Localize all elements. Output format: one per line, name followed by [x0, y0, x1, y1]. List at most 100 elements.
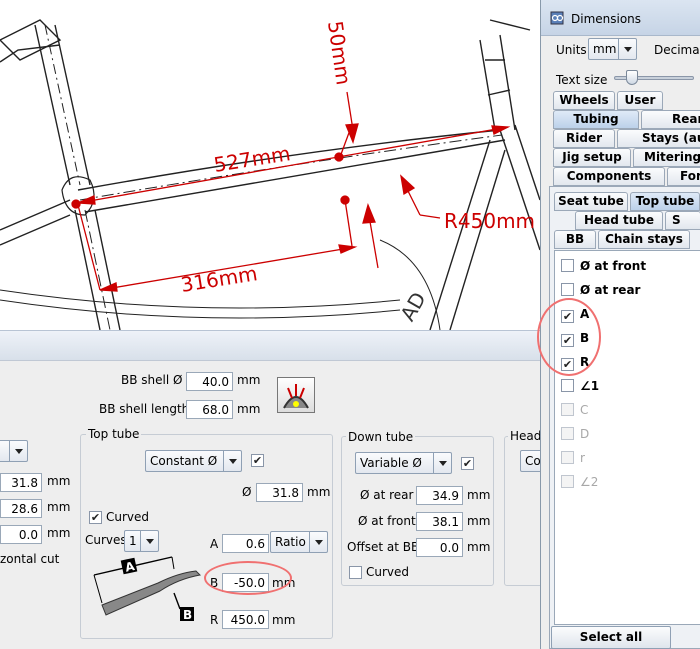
down-tube-profile-select[interactable]: Variable Ø — [355, 452, 452, 474]
tab-user[interactable]: User — [617, 91, 663, 110]
bb-shell-length-field[interactable]: 68.0 — [186, 400, 233, 419]
top-tube-diameter-field[interactable]: 31.8 — [256, 483, 303, 502]
dimension-list-item[interactable]: D — [561, 427, 589, 441]
curves-value: 1 — [129, 534, 137, 548]
dimension-checkbox[interactable] — [561, 379, 574, 392]
bb-shell-diameter-field[interactable]: 40.0 — [186, 372, 233, 391]
top-tube-curved-label: Curved — [106, 510, 150, 524]
left-value-field-1[interactable]: 31.8 — [0, 473, 42, 492]
curves-label: Curves — [85, 533, 127, 547]
subtab-seat-tube[interactable]: Seat tube — [554, 192, 628, 211]
unit-label: mm — [47, 500, 71, 514]
frame-outline — [0, 19, 540, 330]
checked-items-highlight — [537, 298, 601, 376]
dimension-item-label: Ø at rear — [580, 283, 641, 297]
top-tube-profile-value: Constant Ø — [150, 454, 218, 468]
tab-wheels[interactable]: Wheels — [553, 91, 615, 110]
decimals-label: Decimal — [654, 43, 700, 57]
select-all-button[interactable]: Select all — [551, 626, 671, 649]
offset-arrow-top — [345, 123, 359, 144]
chevron-down-icon — [228, 458, 237, 464]
at-front-field[interactable]: 38.1 — [416, 512, 463, 531]
head-tube-title: Head — [508, 429, 544, 443]
offset-at-bb-label: Offset at BB — [347, 540, 420, 554]
frame-drawing-canvas[interactable]: AD 527mm 316mm 50mm R450mm — [0, 0, 540, 330]
at-rear-label: Ø at rear — [360, 488, 414, 502]
curves-select[interactable]: 1 — [124, 530, 159, 552]
midpoint-curve — [340, 195, 350, 205]
dimension-list-item[interactable]: Ø at rear — [561, 283, 640, 297]
text-size-label: Text size — [556, 73, 608, 87]
a-field[interactable]: 0.6 — [222, 534, 269, 553]
head-tube-select-value: Co — [525, 454, 541, 468]
left-value-field-2[interactable]: 28.6 — [0, 499, 42, 518]
radius-arrow — [400, 174, 416, 196]
dimension-item-label: C — [580, 403, 589, 417]
down-tube-curved-label: Curved — [366, 565, 410, 579]
top-tube-profile-select[interactable]: Constant Ø — [145, 450, 242, 472]
tab-mitering[interactable]: Mitering — [633, 148, 700, 167]
tab-rear[interactable]: Rear — [641, 110, 700, 129]
tab-tubing[interactable]: Tubing — [553, 110, 639, 129]
dimension-checkbox[interactable] — [561, 427, 574, 440]
chevron-down-icon — [145, 538, 154, 544]
down-tube-curved-checkbox[interactable] — [349, 566, 362, 579]
left-profile-select[interactable] — [0, 440, 28, 462]
length-316-label: 316mm — [179, 261, 259, 297]
window-title: Dimensions — [571, 12, 642, 26]
a-mode-select[interactable]: Ratio — [270, 531, 328, 553]
horizontal-cut-label: zontal cut — [0, 552, 60, 566]
tubing-settings-panel: BB shell Ø 40.0 mm BB shell length 68.0 … — [0, 330, 550, 649]
midpoint-top — [334, 152, 344, 162]
at-rear-field[interactable]: 34.9 — [416, 486, 463, 505]
offset-50-label: 50mm — [323, 19, 356, 86]
top-tube-diameter-label: Ø — [242, 485, 252, 499]
dimension-list-item[interactable]: ∠1 — [561, 379, 599, 393]
tab-components[interactable]: Components — [553, 167, 665, 186]
top-tube-curved-checkbox[interactable]: ✔ — [89, 511, 102, 524]
left-value-field-3[interactable]: 0.0 — [0, 525, 42, 544]
units-label: Units — [556, 43, 587, 57]
dimension-checkbox[interactable] — [561, 283, 574, 296]
bb-view-button[interactable] — [277, 377, 315, 413]
chevron-down-icon — [623, 46, 632, 52]
subtab-bb[interactable]: BB — [554, 230, 596, 249]
bb-shell-length-label: BB shell length — [99, 402, 190, 416]
subtab-s[interactable]: S — [665, 211, 700, 230]
dimension-annotations — [71, 91, 511, 292]
dimension-list-item[interactable]: ∠2 — [561, 475, 598, 489]
top-tube-profile-checkbox[interactable]: ✔ — [251, 454, 264, 467]
tab-fork[interactable]: Fork — [667, 167, 700, 186]
tab-jig-setup[interactable]: Jig setup — [553, 148, 631, 167]
unit-label: mm — [47, 526, 71, 540]
dimension-list-item[interactable]: Ø at front — [561, 259, 646, 273]
offset-arrow-bottom — [362, 203, 376, 224]
subtab-top-tube[interactable]: Top tube — [630, 192, 700, 211]
dimension-list-item[interactable]: C — [561, 403, 588, 417]
unit-label: mm — [272, 613, 296, 627]
unit-label: mm — [467, 540, 491, 554]
bb-shell-icon — [283, 384, 309, 409]
dimension-checkbox[interactable] — [561, 451, 574, 464]
unit-label: mm — [467, 514, 491, 528]
dimension-list-item[interactable]: r — [561, 451, 585, 465]
r-field[interactable]: 450.0 — [222, 610, 269, 629]
units-select[interactable]: mm — [588, 38, 637, 60]
dimension-checkbox[interactable] — [561, 259, 574, 272]
unit-label: mm — [237, 373, 261, 387]
text-size-slider-thumb[interactable] — [626, 70, 638, 85]
dimension-checkbox[interactable] — [561, 475, 574, 488]
dimensions-title-bar[interactable]: Dimensions — [541, 0, 700, 36]
subtab-chain-stays[interactable]: Chain stays — [598, 230, 690, 249]
app-icon — [550, 11, 564, 25]
tab-rider[interactable]: Rider — [553, 129, 615, 148]
tab-stays-aux[interactable]: Stays (aux — [617, 129, 700, 148]
dimension-checkbox[interactable] — [561, 403, 574, 416]
units-value: mm — [593, 42, 617, 56]
curved-tube-diagram: A B — [93, 556, 202, 622]
offset-at-bb-field[interactable]: 0.0 — [416, 538, 463, 557]
unit-label: mm — [307, 485, 331, 499]
down-tube-profile-checkbox[interactable]: ✔ — [461, 457, 474, 470]
frame-drawing: AD 527mm 316mm 50mm R450mm — [0, 19, 540, 330]
subtab-head-tube[interactable]: Head tube — [575, 211, 663, 230]
